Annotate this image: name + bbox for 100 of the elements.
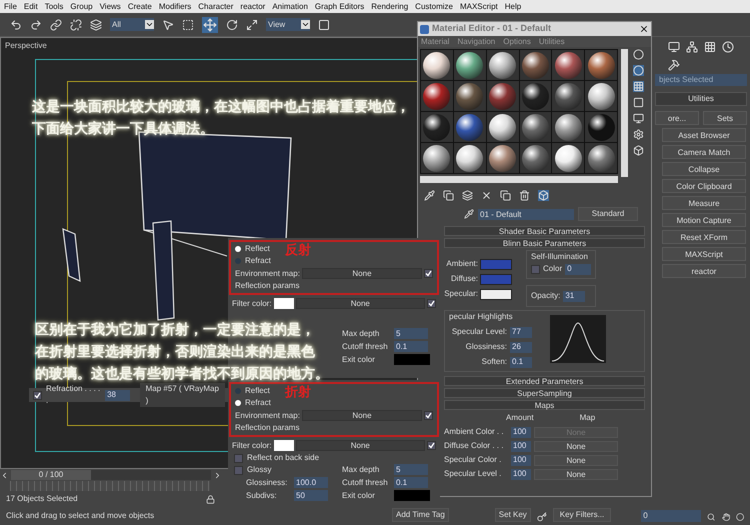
menu-item[interactable]: File <box>4 0 17 12</box>
checkbox[interactable] <box>427 299 436 308</box>
spinner-field[interactable]: 0.1 <box>394 341 428 352</box>
grid-icon[interactable] <box>704 41 716 53</box>
rollout-header[interactable]: SuperSampling <box>444 388 645 398</box>
unlink-icon[interactable] <box>70 18 82 30</box>
move-icon[interactable] <box>202 16 218 32</box>
map-button[interactable]: None <box>296 298 425 309</box>
redo-icon[interactable] <box>30 18 42 30</box>
checkbox[interactable] <box>33 390 42 400</box>
material-sample-slot[interactable] <box>552 50 584 80</box>
hammer-icon[interactable] <box>668 59 680 71</box>
spinner-field[interactable]: 0.1 <box>510 356 532 368</box>
material-sample-slot[interactable] <box>520 81 552 111</box>
utility-button[interactable]: Measure <box>662 196 746 210</box>
color-swatch[interactable] <box>480 258 512 270</box>
viewport-label[interactable]: Perspective <box>5 40 47 52</box>
radio-button[interactable] <box>235 400 241 406</box>
menu-item[interactable]: Create <box>128 0 152 12</box>
layers-icon[interactable] <box>90 18 102 30</box>
material-sample-slot[interactable] <box>520 50 552 80</box>
color-swatch[interactable] <box>274 440 294 451</box>
map-button[interactable]: None <box>534 468 618 480</box>
dropdown-arrow-icon[interactable] <box>301 20 310 29</box>
material-sample-slot[interactable] <box>486 112 518 142</box>
material-sample-slot[interactable] <box>585 143 617 173</box>
map-button[interactable]: None <box>296 440 425 451</box>
material-sample-slot[interactable] <box>454 50 486 80</box>
checkbox[interactable] <box>427 441 436 450</box>
menu-item[interactable]: Group <box>70 0 93 12</box>
options-icon[interactable] <box>633 129 644 140</box>
key-filters-button[interactable]: Key Filters... <box>552 508 612 522</box>
color-swatch[interactable] <box>394 490 430 501</box>
spinner-field[interactable]: 50 <box>294 490 328 501</box>
rollout-header[interactable]: Extended Parameters <box>444 376 645 386</box>
map-button[interactable]: None <box>534 454 618 466</box>
spinner-field[interactable]: 100 <box>511 468 531 480</box>
radio-button[interactable] <box>235 388 241 394</box>
material-sample-slot[interactable] <box>552 81 584 111</box>
lock-icon[interactable] <box>206 494 215 504</box>
key-icon[interactable] <box>536 512 547 522</box>
material-sample-slot[interactable] <box>486 50 518 80</box>
undo-icon[interactable] <box>10 18 22 30</box>
material-sample-slot[interactable] <box>421 143 453 173</box>
menu-item[interactable]: Modifiers <box>158 0 192 12</box>
map-button[interactable]: None <box>302 410 422 421</box>
utility-button[interactable]: Camera Match <box>662 145 746 159</box>
checkbox[interactable] <box>531 264 540 274</box>
set-key-button[interactable]: Set Key <box>494 508 531 522</box>
material-sample-slot[interactable] <box>421 81 453 111</box>
color-swatch[interactable] <box>394 354 430 365</box>
delete-icon[interactable] <box>519 190 530 200</box>
material-sample-slot[interactable] <box>585 112 617 142</box>
spinner-field[interactable]: 26 <box>510 342 532 352</box>
material-sample-slot[interactable] <box>585 81 617 111</box>
rollout-header[interactable]: Maps <box>444 400 645 410</box>
utility-button[interactable]: Collapse <box>662 162 746 176</box>
time-slider-thumb[interactable]: 0 / 100 <box>11 470 91 480</box>
menu-item[interactable]: reactor <box>240 0 266 12</box>
material-sample-slot[interactable] <box>486 81 518 111</box>
checkbox[interactable] <box>234 454 243 462</box>
link-icon[interactable] <box>50 18 62 30</box>
utility-button[interactable]: MAXScript <box>662 247 746 261</box>
region-select-icon[interactable] <box>182 18 194 30</box>
previous-frame-icon[interactable] <box>0 470 9 480</box>
material-sample-slot[interactable] <box>486 143 518 173</box>
zoom-icon[interactable] <box>707 512 716 522</box>
material-sample-slot[interactable] <box>552 143 584 173</box>
material-sample-slot[interactable] <box>421 112 453 142</box>
utility-button[interactable]: reactor <box>662 264 746 278</box>
close-icon[interactable] <box>639 24 649 34</box>
utility-button[interactable]: ore... <box>655 111 699 125</box>
material-sample-slot[interactable] <box>520 112 552 142</box>
display-icon[interactable] <box>668 41 680 53</box>
spinner-field[interactable]: 5 <box>394 328 428 339</box>
menu-item[interactable]: Graph Editors <box>314 0 364 12</box>
menu-item[interactable]: Rendering <box>371 0 408 12</box>
menu-item[interactable]: Tools <box>44 0 64 12</box>
checkbox[interactable] <box>234 466 243 474</box>
rollout-header[interactable]: Blinn Basic Parameters <box>444 238 645 248</box>
radio-button[interactable] <box>235 246 241 252</box>
color-swatch[interactable] <box>480 274 512 284</box>
utility-button[interactable]: Motion Capture <box>662 213 746 227</box>
rollout-title[interactable]: Utilities <box>655 92 747 106</box>
material-sample-slot[interactable] <box>520 143 552 173</box>
menu-item[interactable]: Help <box>504 0 522 12</box>
menu-item[interactable]: Animation <box>272 0 308 12</box>
rotate-icon[interactable] <box>226 18 238 30</box>
map-button[interactable]: Map #57 ( VRayMap ) <box>140 383 225 407</box>
add-time-tag-button[interactable]: Add Time Tag <box>392 508 449 522</box>
map-button[interactable]: None <box>302 268 422 279</box>
spinner-field[interactable]: 100.0 <box>294 477 328 488</box>
selection-name-field[interactable]: bjects Selected <box>655 74 747 86</box>
material-name-field[interactable]: 01 - Default <box>478 208 574 220</box>
menu-item[interactable]: Views <box>100 0 121 12</box>
spinner-field[interactable]: 5 <box>394 464 428 475</box>
material-sample-slot[interactable] <box>421 50 453 80</box>
utility-button[interactable]: Reset XForm <box>662 230 746 244</box>
material-sample-slot[interactable] <box>552 112 584 142</box>
material-type-button[interactable]: Standard <box>578 207 638 221</box>
